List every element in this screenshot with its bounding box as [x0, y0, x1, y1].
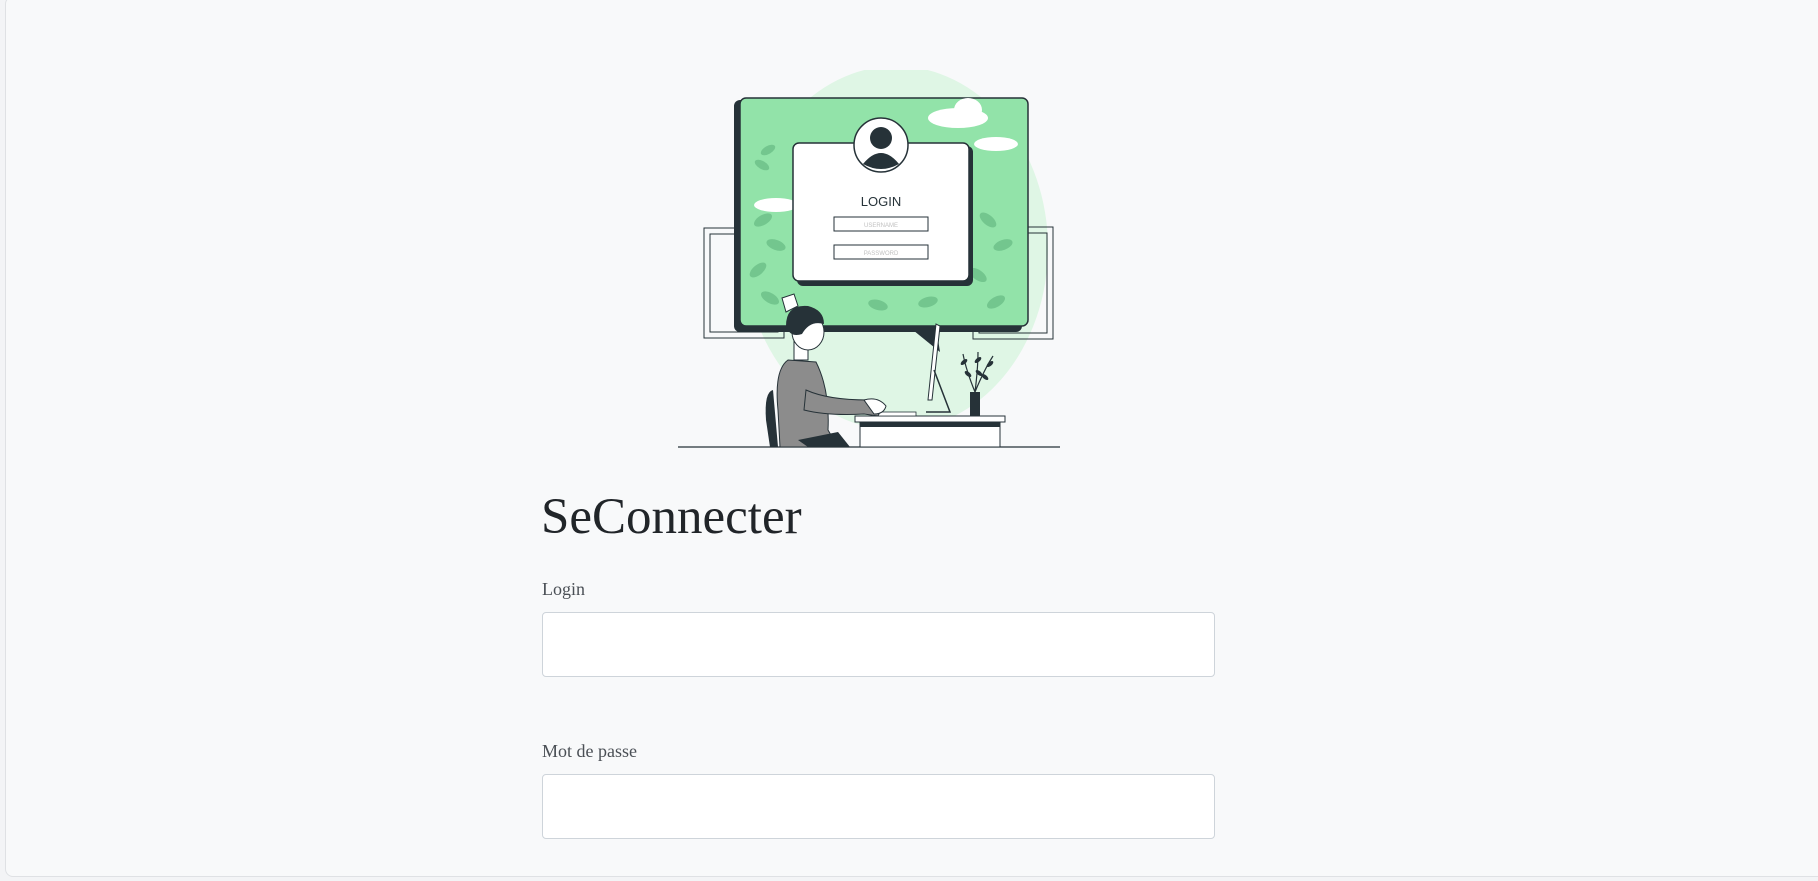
svg-text:USERNAME: USERNAME: [864, 223, 898, 229]
login-input[interactable]: [542, 612, 1215, 677]
login-illustration: LOGIN USERNAME PASSWORD: [678, 70, 1060, 448]
password-input[interactable]: [542, 774, 1215, 839]
svg-text:LOGIN: LOGIN: [861, 194, 901, 209]
login-label: Login: [542, 579, 585, 599]
login-card: LOGIN USERNAME PASSWORD SeConnecter Logi…: [5, 0, 1818, 877]
svg-text:PASSWORD: PASSWORD: [864, 251, 899, 257]
page-title: SeConnecter: [541, 489, 802, 545]
password-label: Mot de passe: [542, 741, 637, 761]
